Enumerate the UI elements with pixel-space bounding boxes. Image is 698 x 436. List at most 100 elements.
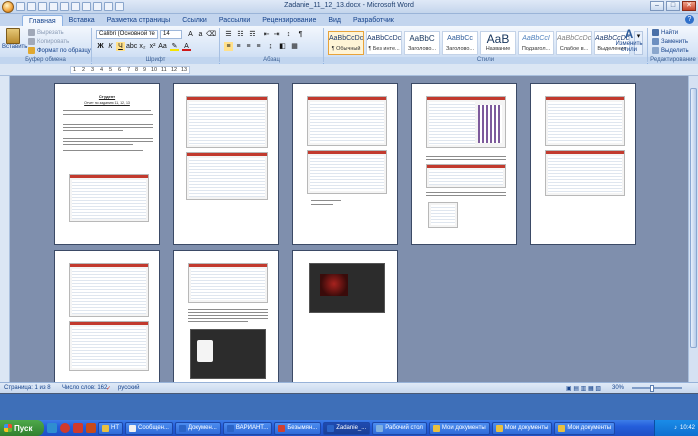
strikethrough-icon[interactable]: abc [126,42,137,51]
subscript-icon[interactable]: x₂ [138,42,147,51]
bullets-icon[interactable]: ☰ [224,30,233,39]
tab-view[interactable]: Вид [322,15,347,26]
vertical-scrollbar[interactable] [688,76,698,382]
maximize-button[interactable]: □ [666,1,680,11]
save-icon[interactable] [16,2,25,11]
draw-table-icon[interactable] [104,2,113,11]
replace-button[interactable]: Заменить [652,38,688,45]
tab-insert[interactable]: Вставка [63,15,101,26]
taskbar-item-active[interactable]: Zadanie_... [323,421,371,435]
style-title[interactable]: AaB Название [480,31,516,55]
borders-icon[interactable]: ▦ [290,42,299,51]
office-button-icon[interactable] [2,0,14,13]
page-8[interactable] [292,250,398,382]
volume-icon[interactable]: ♪ [674,425,677,431]
spelling-icon[interactable] [93,2,102,11]
page-3[interactable] [292,83,398,245]
line-spacing-icon[interactable]: ↨ [266,42,275,51]
quicklaunch-opera-icon[interactable] [60,423,70,433]
shading-icon[interactable]: ◧ [278,42,287,51]
find-button[interactable]: Найти [652,29,678,36]
preview-icon[interactable] [82,2,91,11]
italic-icon[interactable]: К [106,42,115,51]
style-no-spacing[interactable]: AaBbCcDc ¶ Без инте... [366,31,402,55]
multilevel-list-icon[interactable]: ☶ [248,30,257,39]
tab-home[interactable]: Главная [22,15,63,26]
tab-references[interactable]: Ссылки [176,15,213,26]
help-icon[interactable]: ? [685,15,694,24]
taskbar-item[interactable]: Безымян... [274,421,322,435]
scroll-thumb[interactable] [690,88,697,348]
tab-review[interactable]: Рецензирование [256,15,322,26]
clock[interactable]: 10:42 [680,425,695,431]
taskbar-item[interactable]: Мои документы [491,421,553,435]
style-heading-1[interactable]: AaBbC Заголово... [404,31,440,55]
justify-icon[interactable]: ≡ [254,42,263,51]
style-subtle-emphasis[interactable]: AaBbCcDc Слабое в... [556,31,592,55]
word-count[interactable]: Число слов: 162 [62,385,107,391]
bold-icon[interactable]: Ж [96,42,105,51]
shrink-font-icon[interactable]: a [196,30,205,39]
tab-mailings[interactable]: Рассылки [213,15,256,26]
view-buttons[interactable]: ▣ ▤ ▥ ▦ ▧ [566,385,601,392]
quicklaunch-ie-icon[interactable] [47,423,57,433]
close-button[interactable]: ✕ [682,1,696,11]
taskbar-item[interactable]: НТ [98,421,123,435]
page-7[interactable] [173,250,279,382]
customize-qat-icon[interactable] [115,2,124,11]
minimize-button[interactable]: – [650,1,664,11]
change-case-icon[interactable]: Aa [158,42,167,51]
print-icon[interactable] [71,2,80,11]
new-document-icon[interactable] [49,2,58,11]
align-right-icon[interactable]: ≡ [244,42,253,51]
style-normal[interactable]: AaBbCcDc ¶ Обычный [328,31,364,55]
style-subtitle[interactable]: AaBbCcI Подзагол... [518,31,554,55]
highlight-icon[interactable]: ✎ [170,42,179,51]
copy-button[interactable]: Копировать [28,38,69,45]
page-5[interactable] [530,83,636,245]
page-1[interactable]: Студент Отчет по заданию 11, 12, 13 [54,83,160,245]
tab-page-layout[interactable]: Разметка страницы [101,15,177,26]
grow-font-icon[interactable]: A [186,30,195,39]
clear-format-icon[interactable]: ⌫ [206,30,216,39]
taskbar-item[interactable]: Рабочий стол [372,421,427,435]
language-indicator[interactable]: русский [118,385,140,391]
start-button[interactable]: Пуск [0,420,44,436]
quicklaunch-app-icon[interactable] [86,423,96,433]
font-size-select[interactable]: 14 [160,30,182,39]
proofing-icon[interactable]: ✓ [106,385,111,392]
align-left-icon[interactable]: ≡ [224,42,233,51]
quicklaunch-yandex-icon[interactable] [73,423,83,433]
format-painter-button[interactable]: Формат по образцу [28,47,91,54]
zoom-slider-knob[interactable] [650,385,654,392]
vertical-ruler[interactable] [0,76,10,382]
increase-indent-icon[interactable]: ⇥ [272,30,281,39]
select-button[interactable]: Выделить [652,47,689,54]
document-canvas[interactable]: Студент Отчет по заданию 11, 12, 13 [10,76,688,382]
numbering-icon[interactable]: ☷ [236,30,245,39]
taskbar-item[interactable]: Мои документы [554,421,616,435]
taskbar-item[interactable]: ВАРИАНТ... [222,421,273,435]
taskbar-item[interactable]: Сообщен... [125,421,173,435]
page-6[interactable] [54,250,160,382]
taskbar-item[interactable]: Мои документы [428,421,490,435]
paste-button[interactable]: Вставить [2,28,27,50]
change-styles-button[interactable]: A Изменить стили [612,27,646,53]
underline-icon[interactable]: Ч [116,42,125,51]
horizontal-ruler[interactable]: 1 2 3 4 5 6 7 8 9 10 11 12 13 [0,64,698,76]
page-4[interactable] [411,83,517,245]
taskbar-item[interactable]: Докумен... [174,421,221,435]
font-color-icon[interactable]: A [182,42,191,51]
undo-icon[interactable] [27,2,36,11]
zoom-slider[interactable] [632,387,682,389]
page-2[interactable] [173,83,279,245]
zoom-level[interactable]: 30% [612,385,624,391]
sort-icon[interactable]: ↕ [284,30,293,39]
redo-icon[interactable] [38,2,47,11]
cut-button[interactable]: Вырезать [28,29,64,36]
style-heading-2[interactable]: AaBbCc Заголово... [442,31,478,55]
tab-developer[interactable]: Разработчик [347,15,400,26]
show-marks-icon[interactable]: ¶ [296,30,305,39]
decrease-indent-icon[interactable]: ⇤ [262,30,271,39]
superscript-icon[interactable]: x² [148,42,157,51]
